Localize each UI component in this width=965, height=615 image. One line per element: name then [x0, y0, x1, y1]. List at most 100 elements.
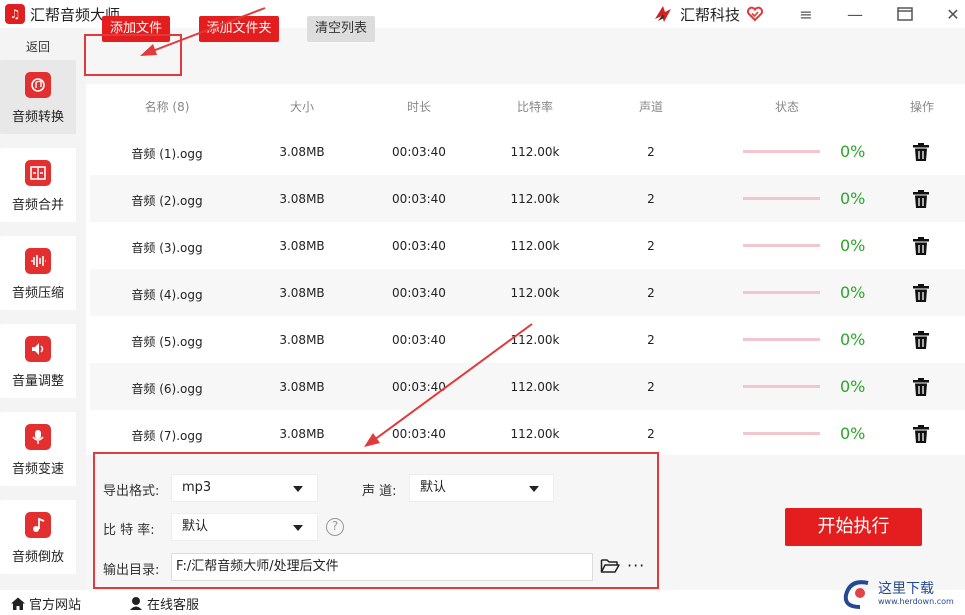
cell-name: 音频 (4).ogg — [131, 288, 203, 302]
cell-channels: 2 — [647, 286, 655, 300]
close-icon[interactable]: ✕ — [939, 2, 965, 26]
menu-icon[interactable]: ≡ — [792, 2, 820, 26]
header-action: 操作 — [909, 100, 935, 114]
progress-bar — [743, 291, 820, 294]
cell-name: 音频 (3).ogg — [131, 241, 203, 255]
table-row[interactable]: 音频 (4).ogg 3.08MB 00:03:40 112.00k 2 0% — [90, 269, 965, 316]
online-support-label: 在线客服 — [147, 598, 200, 613]
cell-name: 音频 (1).ogg — [131, 147, 203, 161]
cell-name: 音频 (5).ogg — [131, 335, 203, 349]
watermark-text: 这里下载 — [878, 581, 934, 597]
trash-icon[interactable] — [912, 377, 930, 397]
cell-size: 3.08MB — [279, 145, 325, 159]
progress-percent: 0% — [840, 377, 866, 396]
support-agent-icon — [130, 597, 142, 610]
cell-size: 3.08MB — [279, 333, 325, 347]
footer: 官方网站 在线客服 — [0, 590, 965, 615]
cell-channels: 2 — [647, 239, 655, 253]
start-button[interactable]: 开始执行 — [785, 508, 922, 546]
table-header: 名称 (8) 大小 时长 比特率 声道 状态 操作 — [90, 84, 965, 128]
progress-bar — [743, 432, 820, 435]
cell-bitrate: 112.00k — [510, 333, 560, 347]
minimize-icon[interactable]: — — [841, 2, 869, 26]
audio-compress-icon — [25, 248, 51, 274]
cell-size: 3.08MB — [279, 380, 325, 394]
header-channels: 声道 — [638, 100, 664, 114]
trash-icon[interactable] — [912, 236, 930, 256]
audio-convert-icon — [25, 72, 51, 98]
cell-name: 音频 (2).ogg — [131, 194, 203, 208]
brand-name: 汇帮科技 — [680, 5, 741, 24]
table-row[interactable]: 音频 (6).ogg 3.08MB 00:03:40 112.00k 2 0% — [90, 363, 965, 410]
cell-bitrate: 112.00k — [510, 145, 560, 159]
table-row[interactable]: 音频 (7).ogg 3.08MB 00:03:40 112.00k 2 0% — [90, 410, 965, 457]
table-row[interactable]: 音频 (5).ogg 3.08MB 00:03:40 112.00k 2 0% — [90, 316, 965, 363]
trash-icon[interactable] — [912, 330, 930, 350]
header-size: 大小 — [289, 100, 315, 114]
progress-bar — [743, 244, 820, 247]
cell-size: 3.08MB — [279, 239, 325, 253]
brand: 汇帮科技 — [652, 2, 764, 26]
sidebar-item-label: 音频倒放 — [11, 550, 64, 565]
cell-channels: 2 — [647, 333, 655, 347]
sidebar-item-audio-compress[interactable]: 音频压缩 — [0, 236, 76, 310]
header-name: 名称 (8) — [144, 100, 190, 114]
trash-icon[interactable] — [912, 189, 930, 209]
heart-icon[interactable] — [746, 5, 764, 23]
brand-logo-icon — [655, 6, 671, 22]
watermark-url: www.herdown.com — [878, 597, 954, 606]
sidebar-item-label: 音频合并 — [11, 198, 64, 213]
trash-icon[interactable] — [912, 424, 930, 444]
table-row[interactable]: 音频 (1).ogg 3.08MB 00:03:40 112.00k 2 0% — [90, 128, 965, 175]
home-icon — [11, 597, 25, 610]
audio-merge-icon — [25, 160, 51, 186]
official-website-link[interactable]: 官方网站 — [10, 594, 81, 613]
clear-list-button[interactable]: 清空列表 — [307, 16, 375, 42]
back-link[interactable]: 返回 — [0, 38, 76, 55]
cell-duration: 00:03:40 — [392, 427, 446, 441]
add-folder-button[interactable]: 添加文件夹 — [199, 16, 279, 42]
cell-bitrate: 112.00k — [510, 380, 560, 394]
cell-channels: 2 — [647, 380, 655, 394]
table-row[interactable]: 音频 (2).ogg 3.08MB 00:03:40 112.00k 2 0% — [90, 175, 965, 222]
cell-channels: 2 — [647, 145, 655, 159]
header-bitrate: 比特率 — [516, 100, 554, 114]
cell-bitrate: 112.00k — [510, 239, 560, 253]
cell-channels: 2 — [647, 192, 655, 206]
cell-size: 3.08MB — [279, 192, 325, 206]
cell-name: 音频 (6).ogg — [131, 382, 203, 396]
cell-duration: 00:03:40 — [392, 192, 446, 206]
watermark-logo-icon — [843, 580, 869, 609]
trash-icon[interactable] — [912, 283, 930, 303]
sidebar-item-volume-adjust[interactable]: 音量调整 — [0, 324, 76, 398]
cell-duration: 00:03:40 — [392, 239, 446, 253]
file-table: 名称 (8) 大小 时长 比特率 声道 状态 操作 音频 (1).ogg 3.08… — [90, 84, 965, 457]
maximize-icon[interactable] — [891, 2, 919, 26]
sidebar-item-label: 音频变速 — [11, 462, 64, 477]
sidebar-item-label: 音频压缩 — [11, 286, 64, 301]
sidebar-item-label: 音量调整 — [11, 374, 64, 389]
sidebar-item-audio-merge[interactable]: 音频合并 — [0, 148, 76, 222]
highlight-box-settings — [93, 452, 659, 589]
online-support-link[interactable]: 在线客服 — [128, 594, 199, 613]
sidebar-item-audio-convert[interactable]: 音频转换 — [0, 60, 76, 134]
progress-percent: 0% — [840, 142, 866, 161]
cell-bitrate: 112.00k — [510, 192, 560, 206]
audio-speed-icon — [25, 424, 51, 450]
progress-bar — [743, 338, 820, 341]
progress-percent: 0% — [840, 283, 866, 302]
cell-duration: 00:03:40 — [392, 145, 446, 159]
cell-name: 音频 (7).ogg — [131, 429, 203, 443]
cell-bitrate: 112.00k — [510, 286, 560, 300]
table-row[interactable]: 音频 (3).ogg 3.08MB 00:03:40 112.00k 2 0% — [90, 222, 965, 269]
official-website-label: 官方网站 — [29, 598, 82, 613]
progress-bar — [743, 150, 820, 153]
sidebar-item-audio-reverse[interactable]: 音频倒放 — [0, 500, 76, 574]
cell-duration: 00:03:40 — [392, 286, 446, 300]
progress-percent: 0% — [840, 236, 866, 255]
progress-bar — [743, 385, 820, 388]
cell-duration: 00:03:40 — [392, 380, 446, 394]
trash-icon[interactable] — [912, 142, 930, 162]
cell-duration: 00:03:40 — [392, 333, 446, 347]
sidebar-item-audio-speed[interactable]: 音频变速 — [0, 412, 76, 486]
